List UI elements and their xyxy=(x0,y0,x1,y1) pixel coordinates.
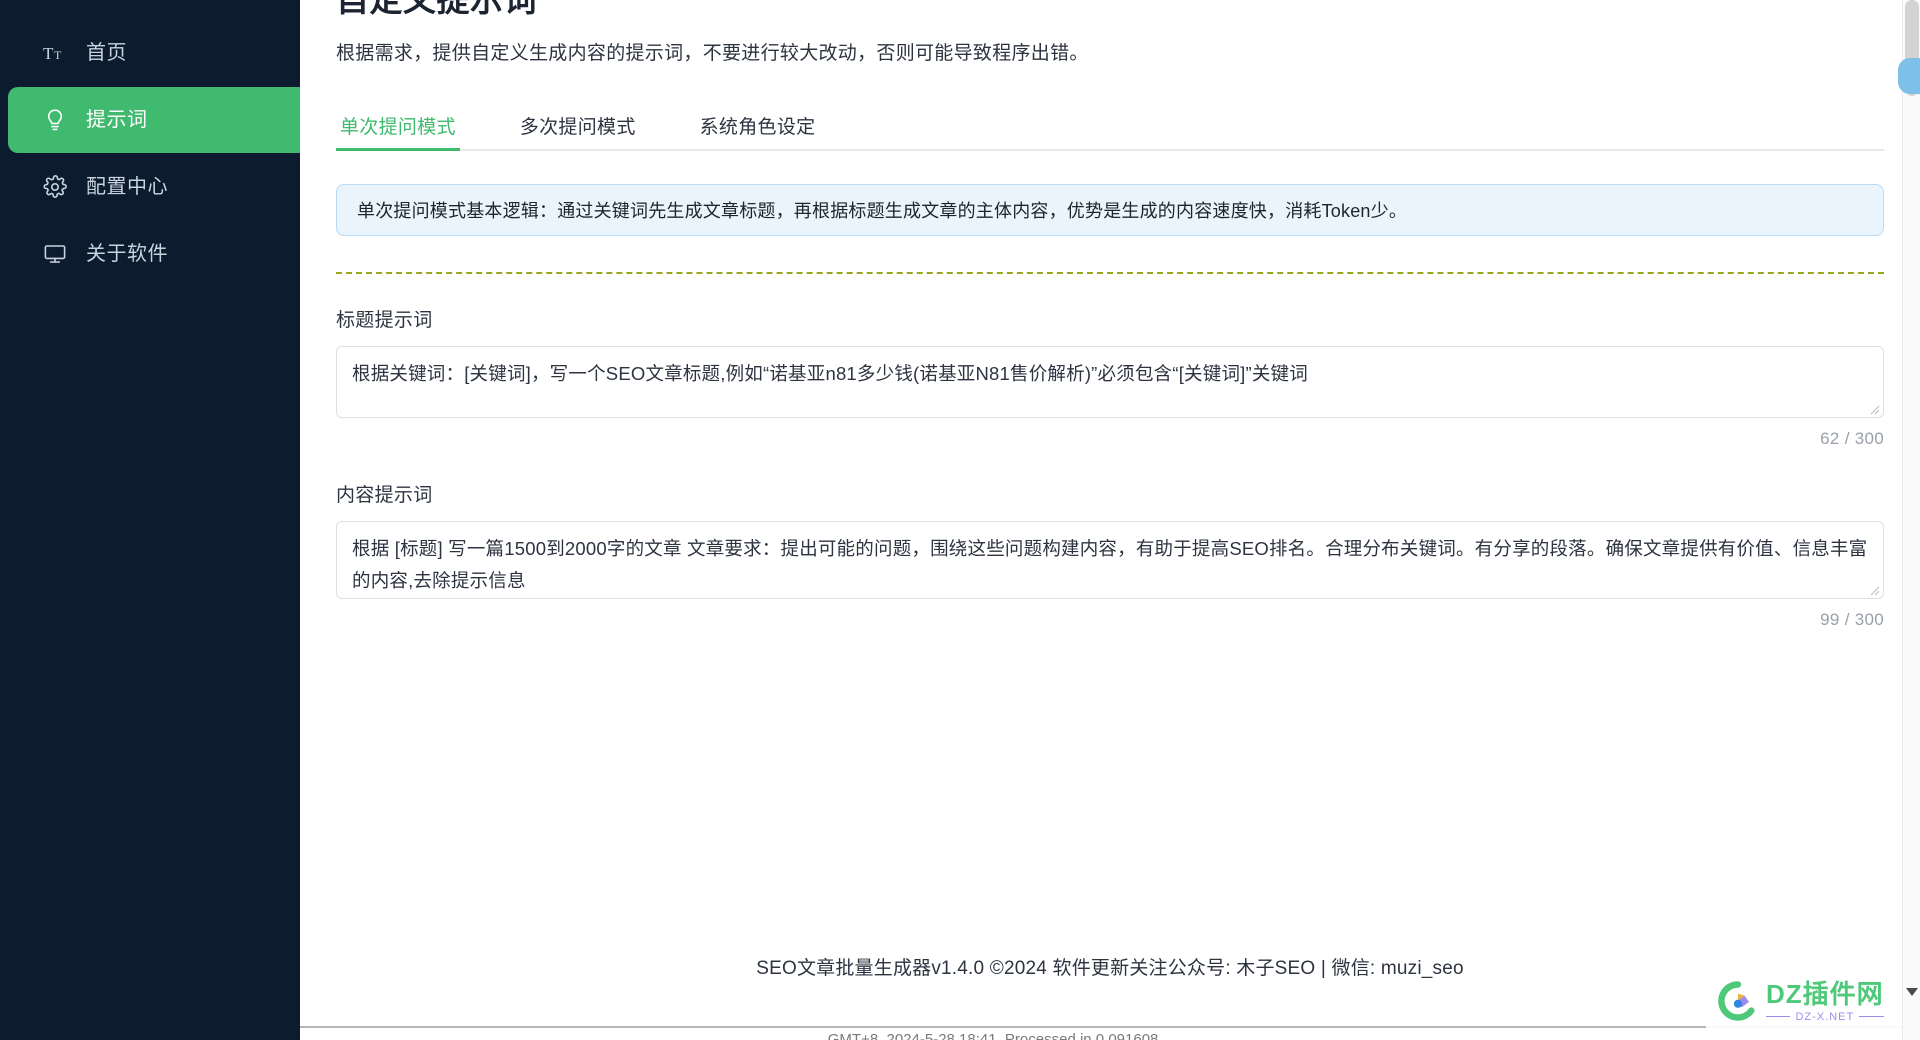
sidebar-item-label: 首页 xyxy=(86,42,127,64)
sidebar: T T 首页 提示词 配置中心 关于软件 xyxy=(0,0,300,1040)
watermark-rule-left xyxy=(1766,1016,1791,1017)
watermark-subtitle: DZ-X.NET xyxy=(1795,1010,1855,1023)
main-content: 自定义提示词 根据需求，提供自定义生成内容的提示词，不要进行较大改动，否则可能导… xyxy=(300,0,1920,1040)
tab-single-question-mode[interactable]: 单次提问模式 xyxy=(336,112,460,151)
title-prompt-textarea[interactable] xyxy=(336,346,1884,418)
app-footer: SEO文章批量生成器v1.4.0 ©2024 软件更新关注公众号: 木子SEO … xyxy=(756,958,1464,979)
title-prompt-input-wrap xyxy=(336,346,1884,418)
content-scroll-area: 自定义提示词 根据需求，提供自定义生成内容的提示词，不要进行较大改动，否则可能导… xyxy=(300,0,1920,1018)
sidebar-item-home[interactable]: T T 首页 xyxy=(8,20,300,86)
page-description: 根据需求，提供自定义生成内容的提示词，不要进行较大改动，否则可能导致程序出错。 xyxy=(336,43,1089,64)
tab-multi-question-mode[interactable]: 多次提问模式 xyxy=(516,112,640,149)
gear-icon xyxy=(42,174,68,200)
app-window: T T 首页 提示词 配置中心 关于软件 根据需求，提供自定义生成内容的提示词，… xyxy=(0,0,1920,1040)
content-prompt-label: 内容提示词 xyxy=(336,485,433,506)
watermark-subtitle-row: DZ-X.NET xyxy=(1766,1011,1884,1023)
svg-text:T: T xyxy=(54,48,62,62)
sidebar-item-label: 关于软件 xyxy=(86,243,168,265)
section-divider xyxy=(336,272,1884,274)
watermark-title: DZ插件网 xyxy=(1766,978,1884,1009)
text-format-icon: T T xyxy=(42,40,68,66)
sidebar-item-prompts[interactable]: 提示词 xyxy=(8,87,300,153)
svg-text:T: T xyxy=(43,44,54,63)
watermark-logo: DZ插件网 DZ-X.NET xyxy=(1706,968,1902,1034)
content-prompt-input-wrap xyxy=(336,521,1884,599)
watermark-rule-right xyxy=(1859,1016,1884,1017)
content-prompt-textarea[interactable] xyxy=(336,521,1884,599)
content-prompt-counter: 99 / 300 xyxy=(1820,610,1884,629)
sidebar-bottom-filler xyxy=(0,1026,300,1040)
tab-system-role-setting[interactable]: 系统角色设定 xyxy=(696,112,820,149)
page-title: 自定义提示词 xyxy=(336,0,1884,22)
sidebar-item-label: 配置中心 xyxy=(86,176,168,198)
title-prompt-field: 标题提示词 62 / 300 xyxy=(336,305,1884,449)
mode-tabs: 单次提问模式 多次提问模式 系统角色设定 xyxy=(336,105,1884,151)
info-alert-text: 单次提问模式基本逻辑：通过关键词先生成文章标题，再根据标题生成文章的主体内容，优… xyxy=(357,201,1408,221)
title-prompt-counter: 62 / 300 xyxy=(1820,429,1884,448)
sidebar-item-label: 提示词 xyxy=(86,109,148,131)
content-prompt-field: 内容提示词 99 / 300 xyxy=(336,480,1884,630)
monitor-icon xyxy=(42,241,68,267)
scroll-down-arrow-icon[interactable] xyxy=(1906,988,1918,996)
sidebar-item-config[interactable]: 配置中心 xyxy=(8,154,300,220)
lightbulb-icon xyxy=(42,107,68,133)
sidebar-item-about[interactable]: 关于软件 xyxy=(8,221,300,287)
background-strip-text: GMT+8, 2024-5-28 18:41, Processed in 0.0… xyxy=(827,1031,1159,1040)
dz-plugin-circle-icon xyxy=(1718,981,1755,1021)
notification-bubble[interactable] xyxy=(1898,58,1920,94)
watermark-text: DZ插件网 DZ-X.NET xyxy=(1766,980,1884,1023)
title-prompt-label: 标题提示词 xyxy=(336,310,433,331)
vertical-scrollbar[interactable] xyxy=(1902,0,1920,1040)
info-alert: 单次提问模式基本逻辑：通过关键词先生成文章标题，再根据标题生成文章的主体内容，优… xyxy=(336,184,1884,236)
